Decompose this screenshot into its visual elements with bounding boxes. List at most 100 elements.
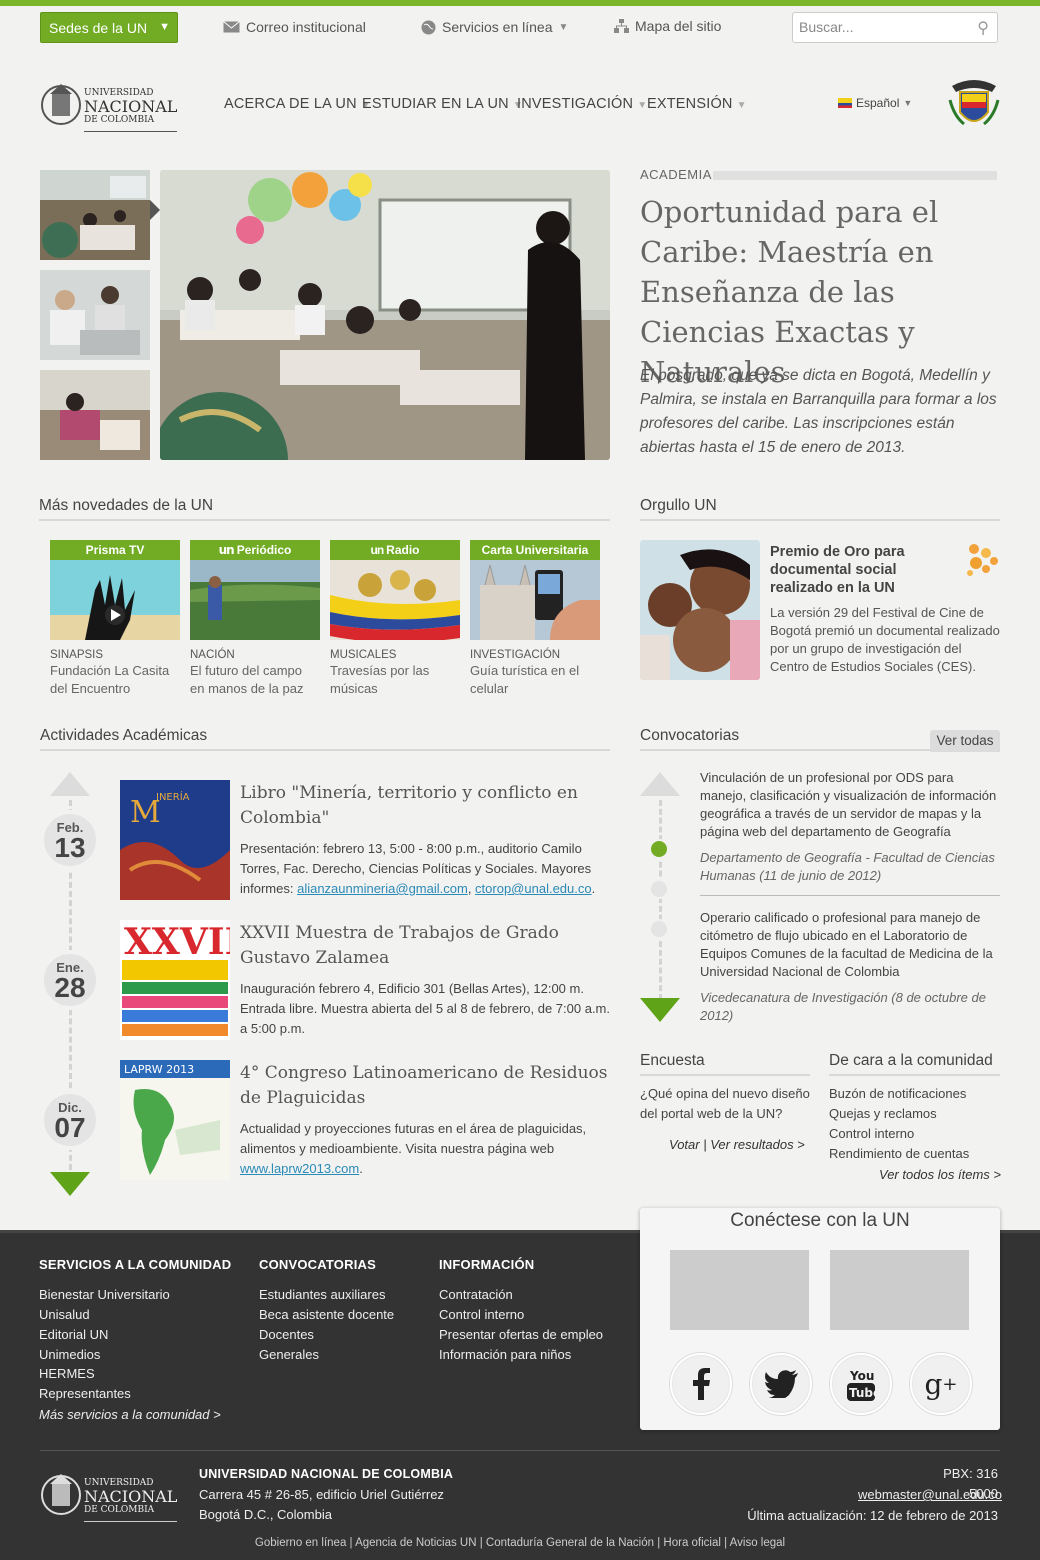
- search-icon[interactable]: ⚲: [977, 18, 989, 38]
- date-badge: Ene. 28: [40, 950, 100, 1010]
- comunidad-heading: De cara a la comunidad: [829, 1052, 1000, 1076]
- sedes-dropdown[interactable]: Sedes de la UN ▼: [40, 12, 178, 43]
- google-plus-icon[interactable]: g +: [910, 1353, 972, 1415]
- facebook-icon[interactable]: [670, 1353, 732, 1415]
- convocatoria-dot[interactable]: [649, 879, 669, 899]
- svg-text:Tube: Tube: [849, 1386, 875, 1400]
- search-input[interactable]: Buscar... ⚲: [792, 12, 998, 43]
- footer-link[interactable]: Estudiantes auxiliares: [259, 1285, 385, 1305]
- activity-image-laprw[interactable]: LAPRW 2013: [120, 1060, 230, 1180]
- activity-title[interactable]: Libro "Minería, territorio y conflicto e…: [240, 781, 610, 831]
- mapa-link[interactable]: Mapa del sitio: [614, 18, 721, 34]
- section-divider: [713, 171, 997, 180]
- mail-icon: [223, 21, 240, 33]
- comunidad-link[interactable]: Buzón de notificaciones: [829, 1084, 966, 1104]
- orgullo-text: La versión 29 del Festival de Cine de Bo…: [770, 605, 1000, 674]
- votar-link[interactable]: Votar: [669, 1137, 700, 1152]
- comunidad-link[interactable]: Control interno: [829, 1124, 914, 1144]
- card-title[interactable]: Guía turística en el celular: [470, 662, 600, 698]
- footer-link[interactable]: Unisalud: [39, 1305, 90, 1325]
- top-accent-bar: [0, 0, 1040, 6]
- footer-link[interactable]: Beca asistente docente: [259, 1305, 394, 1325]
- footer-link[interactable]: Control interno: [439, 1305, 524, 1325]
- scroll-down-arrow-icon[interactable]: [640, 998, 680, 1022]
- activity-description: Presentación: febrero 13, 5:00 - 8:00 p.…: [240, 841, 596, 896]
- card-label: un Periódico: [190, 540, 320, 560]
- news-card-periodico[interactable]: un Periódico NACIÓN El futuro del campo e…: [190, 540, 320, 698]
- convocatoria-dot-active[interactable]: [649, 839, 669, 859]
- comunidad-link[interactable]: Rendimiento de cuentas: [829, 1144, 969, 1164]
- footer-bottom-links[interactable]: Gobierno en línea | Agencia de Noticias …: [0, 1537, 1040, 1549]
- footer-link[interactable]: Editorial UN: [39, 1325, 108, 1345]
- footer-link[interactable]: Generales: [259, 1345, 319, 1365]
- activity-description: Inauguración febrero 4, Edificio 301 (Be…: [240, 981, 610, 1036]
- divider: [700, 895, 1000, 896]
- correo-link[interactable]: Correo institucional: [223, 19, 366, 35]
- ver-todas-button[interactable]: Ver todas: [930, 730, 1000, 752]
- card-title[interactable]: Travesías por las músicas: [330, 662, 460, 698]
- footer-un-logo[interactable]: UNIVERSIDAD NACIONAL DE COLOMBIA: [40, 1466, 180, 1524]
- novedades-heading: Más novedades de la UN: [39, 497, 610, 521]
- orgullo-title[interactable]: Premio de Oro para documental social rea…: [770, 543, 960, 597]
- nav-estudiar[interactable]: ESTUDIAR EN LA UN ▼: [362, 96, 523, 112]
- footer-email-link[interactable]: webmaster@unal.edu.co: [858, 1485, 1002, 1505]
- svg-text:INERÍA: INERÍA: [156, 790, 190, 803]
- activity-image-mineria[interactable]: M INERÍA: [120, 780, 230, 900]
- ver-todos-items-link[interactable]: Ver todos los ítems >: [879, 1167, 1001, 1182]
- ver-resultados-link[interactable]: Ver resultados >: [710, 1137, 805, 1152]
- web-link[interactable]: www.laprw2013.com: [240, 1161, 359, 1176]
- card-title[interactable]: Fundación La Casita del Encuentro: [50, 662, 180, 698]
- footer-link[interactable]: Información para niños: [439, 1345, 571, 1365]
- news-card-prisma[interactable]: Prisma TV SINAPSIS Fundación La Casita d…: [50, 540, 180, 698]
- card-image: [50, 560, 180, 640]
- activity-title[interactable]: 4° Congreso Latinoamericano de Residuos …: [240, 1061, 610, 1111]
- nav-investigacion[interactable]: INVESTIGACIÓN ▼: [517, 96, 647, 112]
- footer-link[interactable]: Representantes: [39, 1384, 131, 1404]
- date-day: 13: [54, 832, 86, 863]
- separator: |: [703, 1137, 707, 1152]
- email-link[interactable]: alianzaunmineria@gmail.com: [297, 881, 468, 896]
- un-seal-icon: [41, 84, 81, 125]
- convocatoria-dot[interactable]: [649, 919, 669, 939]
- scroll-up-arrow-icon[interactable]: [640, 772, 680, 796]
- footer-address: Carrera 45 # 26-85, edificio Uriel Gutié…: [199, 1487, 444, 1502]
- footer-more-link[interactable]: Más servicios a la comunidad >: [39, 1405, 221, 1425]
- un-logo[interactable]: UNIVERSIDAD NACIONAL DE COLOMBIA: [40, 76, 180, 134]
- footer-link[interactable]: HERMES: [39, 1364, 95, 1384]
- convocatoria-text[interactable]: Vinculación de un profesional por ODS pa…: [700, 769, 1000, 841]
- card-image: [330, 560, 460, 640]
- news-card-radio[interactable]: un Radio MUSICALES Travesías por las músi…: [330, 540, 460, 698]
- hero-thumb-1[interactable]: [40, 170, 150, 260]
- servicios-link[interactable]: Servicios en línea ▼: [421, 19, 568, 35]
- convocatoria-text[interactable]: Operario calificado o profesional para m…: [700, 909, 1000, 981]
- convocatoria-source: Departamento de Geografía - Facultad de …: [700, 850, 995, 883]
- footer-link[interactable]: Unimedios: [39, 1345, 100, 1365]
- activity-image-muestra[interactable]: XXVII: [120, 920, 230, 1040]
- hero-thumb-3[interactable]: [40, 370, 150, 460]
- twitter-icon[interactable]: [750, 1353, 812, 1415]
- activity-title[interactable]: XXVII Muestra de Trabajos de Grado Gusta…: [240, 921, 610, 971]
- news-card-carta[interactable]: Carta Universitaria INVESTIGACIÓN Guía t…: [470, 540, 600, 698]
- scroll-down-arrow-icon[interactable]: [50, 1172, 90, 1196]
- footer-city: Bogotá D.C., Colombia: [199, 1507, 332, 1522]
- hero-thumb-2[interactable]: [40, 270, 150, 360]
- nav-extension[interactable]: EXTENSIÓN ▼: [647, 96, 747, 112]
- card-title[interactable]: El futuro del campo en manos de la paz: [190, 662, 320, 698]
- hero-title[interactable]: Oportunidad para el Caribe: Maestría en …: [640, 192, 1000, 392]
- language-selector[interactable]: Español ▼: [838, 96, 912, 110]
- footer-link[interactable]: Presentar ofertas de empleo: [439, 1325, 603, 1345]
- footer-link[interactable]: Bienestar Universitario: [39, 1285, 170, 1305]
- scroll-up-arrow-icon[interactable]: [50, 772, 90, 796]
- hero-image[interactable]: [160, 170, 610, 460]
- comunidad-link[interactable]: Quejas y reclamos: [829, 1104, 937, 1124]
- email-link[interactable]: ctorop@unal.edu.co: [475, 881, 592, 896]
- youtube-icon[interactable]: You Tube: [830, 1353, 892, 1415]
- encuesta-heading: Encuesta: [640, 1052, 810, 1076]
- footer-link[interactable]: Docentes: [259, 1325, 314, 1345]
- un-seal-icon: [41, 1474, 81, 1515]
- logo-line2: NACIONAL: [84, 1487, 178, 1506]
- footer-link[interactable]: Contratación: [439, 1285, 513, 1305]
- search-placeholder: Buscar...: [799, 19, 854, 35]
- nav-acerca[interactable]: ACERCA DE LA UN ▼: [224, 96, 371, 112]
- orgullo-image[interactable]: [640, 540, 760, 680]
